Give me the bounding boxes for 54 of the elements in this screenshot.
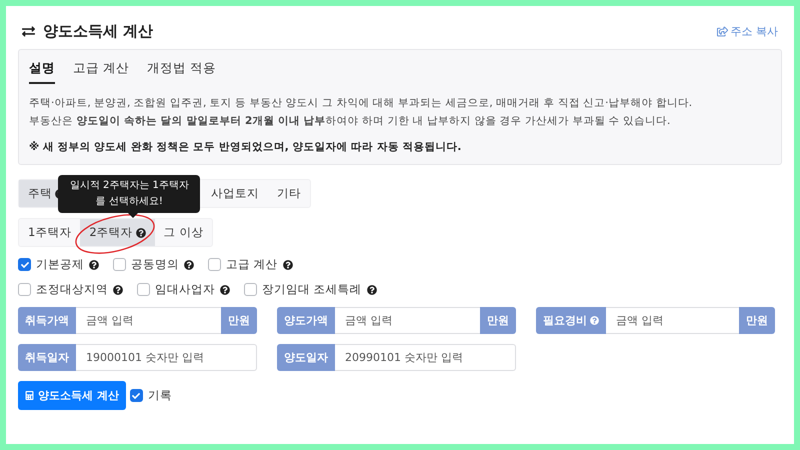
checkbox[interactable] — [208, 258, 221, 271]
checkbox[interactable] — [18, 283, 31, 296]
option-label: 기본공제 — [36, 257, 84, 272]
checkbox[interactable] — [130, 389, 143, 402]
property-type-tab[interactable]: 사업토지 — [202, 180, 268, 207]
share-icon — [716, 26, 728, 37]
calculate-button[interactable]: 양도소득세 계산 — [18, 381, 126, 410]
option-label: 임대사업자 — [155, 282, 215, 297]
house-count-tab[interactable]: 2주택자 — [80, 219, 155, 246]
tooltip: 일시적 2주택자는 1주택자를 선택하세요! — [58, 175, 200, 213]
description-text: 부동산은 양도일이 속하는 달의 말일로부터 2개월 이내 납부하여야 하며 기한 내 납부하지 않을 경우 가산세가 부과될 수 있습니다. — [29, 114, 672, 129]
field-label: 양도일자 — [277, 344, 335, 371]
help-icon[interactable] — [220, 284, 230, 294]
title-text: 양도소득세 계산 — [43, 22, 154, 41]
checkbox[interactable] — [113, 258, 126, 271]
help-icon[interactable] — [113, 284, 123, 294]
record-label: 기록 — [148, 388, 172, 403]
amount-input[interactable]: 금액 입력 — [76, 307, 221, 334]
house-count-tab[interactable]: 그 이상 — [154, 219, 212, 246]
field-label: 취득일자 — [18, 344, 76, 371]
date-input[interactable]: 20990101 숫자만 입력 — [335, 344, 516, 371]
date-input[interactable]: 19000101 숫자만 입력 — [76, 344, 257, 371]
checkbox[interactable] — [18, 258, 31, 271]
unit-label: 만원 — [739, 307, 775, 334]
help-icon[interactable] — [366, 284, 377, 294]
house-count-tab[interactable]: 1주택자 — [19, 219, 80, 246]
calculator-icon — [25, 391, 34, 400]
info-tab[interactable]: 고급 계산 — [73, 58, 129, 84]
checkbox[interactable] — [244, 283, 257, 296]
help-icon[interactable] — [89, 260, 99, 270]
checkbox[interactable] — [137, 283, 150, 296]
option-label: 조정대상지역 — [36, 282, 108, 297]
field-label-text: 취득가액 — [25, 313, 69, 328]
amount-input[interactable]: 금액 입력 — [335, 307, 480, 334]
amount-input[interactable]: 금액 입력 — [606, 307, 739, 334]
option-label: 고급 계산 — [226, 257, 278, 272]
tooltip-arrow — [128, 213, 138, 218]
help-icon[interactable] — [184, 260, 194, 270]
help-icon[interactable] — [282, 260, 293, 270]
info-tab[interactable]: 설명 — [29, 58, 55, 84]
swap-icon — [22, 25, 35, 38]
option-label: 공동명의 — [131, 257, 179, 272]
option-label: 장기임대 조세특례 — [262, 282, 362, 297]
info-tab[interactable]: 개정법 적용 — [146, 58, 216, 84]
unit-label: 만원 — [480, 307, 516, 334]
description-text: 주택·아파트, 분양권, 조합원 입주권, 토지 등 부동산 양도시 그 차익에 대해 부과되는 세금으로, 매매거래 후 직접 신고·납부해야 합니다. — [29, 96, 694, 111]
field-label-text: 양도가액 — [284, 313, 328, 328]
property-type-tab[interactable]: 기타 — [268, 180, 310, 207]
notice-text: ※ 새 정부의 양도세 완화 정책은 모두 반영되었으며, 양도일자에 따라 자동 적용됩니다. — [29, 140, 462, 154]
check-icon — [132, 392, 140, 400]
help-icon[interactable] — [136, 228, 146, 238]
field-label-text: 필요경비 — [543, 313, 587, 328]
check-icon — [20, 260, 28, 268]
unit-label: 만원 — [221, 307, 257, 334]
